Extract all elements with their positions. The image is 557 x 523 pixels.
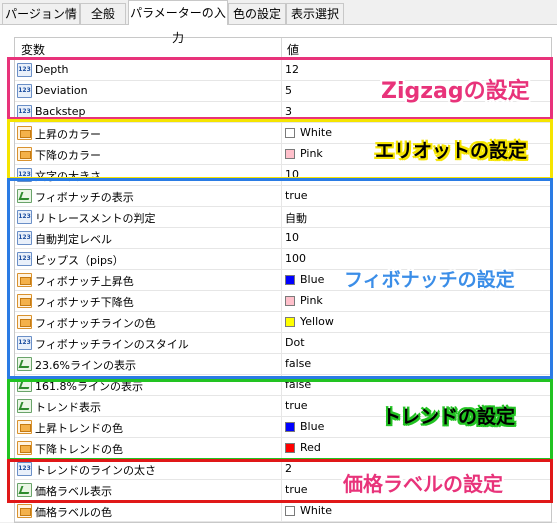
tab-version-info[interactable]: パージョン情報 xyxy=(2,3,80,42)
parameter-value[interactable]: White xyxy=(300,504,332,517)
tab-general[interactable]: 全般 xyxy=(80,3,126,24)
parameter-row[interactable]: 価格ラベルの色 White xyxy=(15,501,551,522)
tab-display-select[interactable]: 表示選択 xyxy=(286,3,344,24)
color-swatch xyxy=(285,506,295,516)
color-parameter-icon xyxy=(17,504,32,518)
column-divider xyxy=(281,501,282,521)
trend-settings-label: トレンドの設定 xyxy=(382,406,516,428)
tab-strip: パージョン情報 全般 パラメーターの入力 色の設定 表示選択 xyxy=(0,0,557,45)
column-header-value[interactable]: 値 xyxy=(287,41,299,58)
parameter-name: 価格ラベルの色 xyxy=(35,506,112,519)
zigzag-settings-label: Zigzagの設定 xyxy=(381,79,530,104)
column-divider[interactable] xyxy=(281,38,282,59)
tab-parameter-input[interactable]: パラメーターの入力 xyxy=(128,0,228,45)
elliott-settings-label: エリオットの設定 xyxy=(375,140,528,162)
fibonacci-settings-label: フィボナッチの設定 xyxy=(344,269,515,291)
tab-color-settings[interactable]: 色の設定 xyxy=(228,3,286,24)
column-header-variable[interactable]: 変数 xyxy=(21,41,45,58)
price-label-settings-label: 価格ラベルの設定 xyxy=(343,472,503,496)
